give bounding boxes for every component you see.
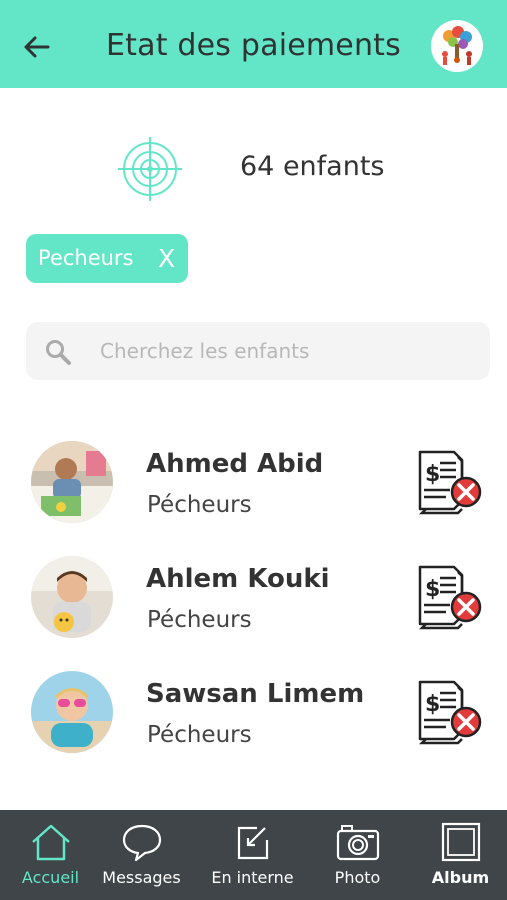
nav-label: Photo [334, 868, 381, 887]
svg-text:$: $ [425, 462, 440, 487]
child-group: Pécheurs [147, 722, 252, 748]
nav-label: En interne [211, 868, 294, 887]
child-group: Pécheurs [147, 607, 252, 633]
bottom-nav: Accueil Messages En interne Photo Album [0, 810, 507, 900]
nav-item-album[interactable]: Album [410, 810, 507, 900]
target-icon [117, 136, 183, 202]
unpaid-invoice-icon[interactable]: $ [414, 449, 486, 517]
filter-chip-label: Pecheurs [38, 246, 134, 270]
school-logo-icon[interactable] [431, 20, 483, 72]
nav-label: Accueil [21, 868, 80, 887]
nav-item-en-interne[interactable]: En interne [202, 810, 303, 900]
child-name: Sawsan Limem [146, 679, 365, 709]
svg-text:$: $ [425, 577, 440, 602]
search-input[interactable] [100, 322, 470, 380]
svg-text:$: $ [425, 692, 440, 717]
album-icon [441, 822, 480, 862]
nav-item-messages[interactable]: Messages [91, 810, 192, 900]
edit-square-icon [237, 826, 268, 860]
child-name: Ahmed Abid [146, 449, 324, 479]
avatar [31, 671, 113, 753]
search-icon [46, 340, 71, 365]
nav-label: Album [431, 868, 490, 887]
children-count: 64 enfants [240, 151, 385, 182]
home-icon [31, 824, 70, 861]
list-item[interactable]: Ahmed Abid Pécheurs $ [0, 441, 507, 541]
app-header: Etat des paiements [0, 0, 507, 88]
avatar [31, 556, 113, 638]
camera-icon [336, 825, 379, 861]
unpaid-invoice-icon[interactable]: $ [414, 564, 486, 632]
nav-label: Messages [102, 868, 181, 887]
child-name: Ahlem Kouki [146, 564, 330, 594]
search-bar[interactable] [26, 322, 490, 380]
avatar [31, 441, 113, 523]
nav-item-photo[interactable]: Photo [307, 810, 408, 900]
chat-bubble-icon [122, 824, 161, 862]
list-item[interactable]: Sawsan Limem Pécheurs $ [0, 671, 507, 771]
unpaid-invoice-icon[interactable]: $ [414, 679, 486, 747]
child-group: Pécheurs [147, 492, 252, 518]
list-item[interactable]: Ahlem Kouki Pécheurs $ [0, 556, 507, 656]
filter-chip-remove-button[interactable]: X [158, 244, 175, 273]
nav-item-accueil[interactable]: Accueil [0, 810, 101, 900]
